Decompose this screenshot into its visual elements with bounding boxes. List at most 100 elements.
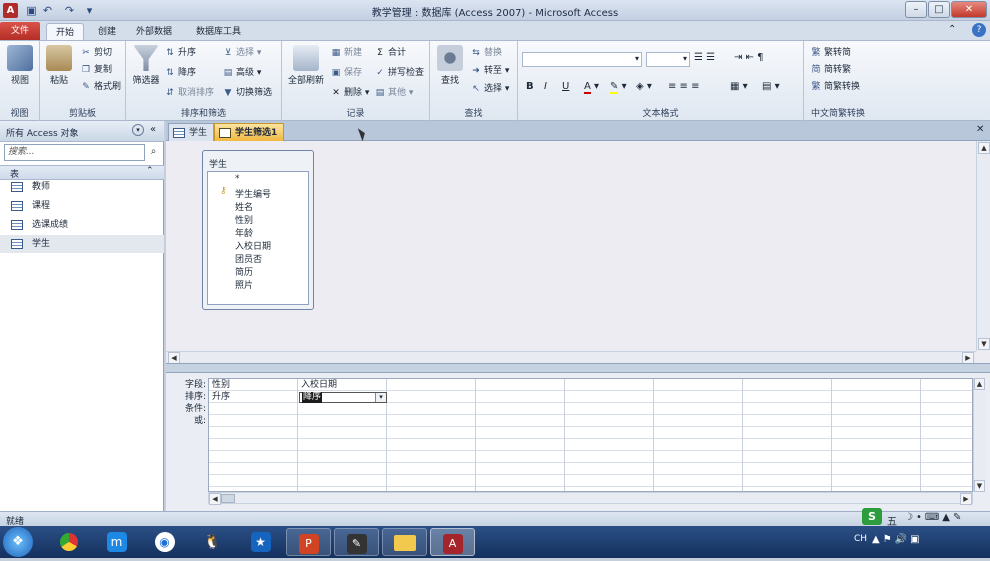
nav-item-course[interactable]: 课程 [0,197,164,215]
undo-icon[interactable]: ↶ [40,3,55,18]
top-horizontal-scrollbar[interactable]: ◀ ▶ [166,351,976,364]
replace-button[interactable]: ⇆ 替换 [470,45,502,58]
nav-header[interactable]: 所有 Access 对象 ▾ « [0,121,164,142]
gridlines-button[interactable]: ▦ ▾ [730,81,748,92]
doc-tab-student-filter[interactable]: 学生筛选1 [214,123,285,141]
field-item-gender[interactable]: 性别 [235,213,253,226]
bold-button[interactable]: B [526,81,534,92]
select-button[interactable]: ↖ 选择 ▾ [470,81,509,94]
field-item-photo[interactable]: 照片 [235,278,253,291]
spelling-button[interactable]: ✓ 拼写检查 [374,65,424,78]
grid-sort-cell-1[interactable]: 升序 [209,391,230,403]
ime-logo-icon[interactable]: S [862,508,882,525]
field-item-resume[interactable]: 简历 [235,265,253,278]
font-name-combo[interactable]: ▾ [522,52,642,67]
section-collapse-icon[interactable]: ⌃ [146,166,154,176]
toggle-filter-button[interactable]: ▼ 切换筛选 [222,85,272,98]
underline-button[interactable]: U [562,81,569,92]
more-button[interactable]: ▤ 其他 ▾ [374,85,414,98]
qq-taskbar-icon[interactable]: 🐧 [190,528,235,556]
ime-toolbar-icons[interactable]: ☽•⌨▲✎ [904,512,964,523]
powerpoint-taskbar-icon[interactable]: P [286,528,331,556]
to-traditional-button[interactable]: 简简转繁 [810,62,851,75]
tab-file[interactable]: 文件 [0,22,40,41]
scroll-down-icon[interactable]: ▼ [978,338,990,350]
access-taskbar-icon[interactable]: A [430,528,475,556]
advanced-button[interactable]: ▤ 高级 ▾ [222,65,262,78]
field-item-enroll-date[interactable]: 入校日期 [235,239,271,252]
save-icon[interactable]: ▣ [24,3,39,18]
collapse-pane-icon[interactable]: « [150,124,156,135]
to-simplified-button[interactable]: 繁繁转简 [810,45,851,58]
remove-sort-button[interactable]: ⇵ 取消排序 [164,85,214,98]
maxthon-taskbar-icon[interactable]: m [94,528,139,556]
cut-button[interactable]: ✂ 剪切 [80,45,112,58]
font-size-combo[interactable]: ▾ [646,52,690,67]
start-button-icon[interactable]: ❖ [3,527,33,557]
new-record-button[interactable]: ▦ 新建 [330,45,362,58]
fill-color-button[interactable]: ◈ ▾ [636,81,652,92]
maximize-button[interactable]: □ [928,1,950,18]
highlight-button[interactable]: ✎ ▾ [610,81,627,94]
sort-descending-button[interactable]: ⇅ 降序 [164,65,196,78]
dropdown-arrow-icon[interactable]: ▾ [375,393,386,402]
view-button[interactable]: 视图 [6,45,34,86]
grid-horizontal-scrollbar[interactable]: ◀ ▶ [208,492,973,505]
nav-item-teacher[interactable]: 教师 [0,178,164,196]
tab-external-data[interactable]: 外部数据 [128,23,180,41]
tab-home[interactable]: 开始 [46,23,84,41]
goto-button[interactable]: ➜ 转至 ▾ [470,63,509,76]
tool-taskbar-icon[interactable]: ✎ [334,528,379,556]
save-record-button[interactable]: ▣ 保存 [330,65,362,78]
grid-field-cell-2[interactable]: 入校日期 [298,379,337,391]
field-item-age[interactable]: 年龄 [235,226,253,239]
scroll-up-icon[interactable]: ▲ [978,142,990,154]
doc-tab-student[interactable]: 学生 [168,123,215,141]
field-item-name[interactable]: 姓名 [235,200,253,213]
field-item-member[interactable]: 团员否 [235,252,262,265]
nav-item-scores[interactable]: 选课成绩 [0,216,164,234]
pane-splitter[interactable] [166,363,990,373]
tray-language[interactable]: CH [854,534,867,544]
refresh-all-button[interactable]: 全部刷新 [286,45,326,86]
search-icon[interactable]: ⌕ [146,144,161,161]
redo-icon[interactable]: ↷ [62,3,77,18]
scroll-down-icon[interactable]: ▼ [974,480,985,492]
ribbon-minimize-icon[interactable]: ⌃ [948,24,956,35]
grid-sort-dropdown-2[interactable]: 降序 ▾ [299,392,387,403]
selection-button[interactable]: ⊻ 选择 ▾ [222,45,262,58]
tray-icons[interactable]: ▲⚑🔊▣ [872,534,923,545]
close-doc-icon[interactable]: ✕ [976,124,984,135]
paste-button[interactable]: 粘贴 [44,45,74,86]
help-icon[interactable]: ? [972,23,986,37]
nav-menu-chevron-icon[interactable]: ▾ [132,124,144,136]
align-buttons[interactable]: ≡ ≡ ≡ [668,81,700,92]
indent-icon[interactable]: ⇥ ⇤ ¶ [734,52,763,63]
tab-create[interactable]: 创建 [90,23,124,41]
close-button[interactable]: ✕ [951,1,987,18]
tab-database-tools[interactable]: 数据库工具 [188,23,249,41]
top-vertical-scrollbar[interactable]: ▲ ▼ [976,141,990,351]
sort-ascending-button[interactable]: ⇅ 升序 [164,45,196,58]
nav-item-student[interactable]: 学生 [0,235,164,253]
list-bullets-icon[interactable]: ☰ ☰ [694,52,715,63]
field-item-all[interactable]: * [235,174,240,184]
scroll-right-icon[interactable]: ▶ [960,493,972,505]
totals-button[interactable]: Σ 合计 [374,45,406,58]
field-list-box[interactable]: 学生 * ⚷ 学生编号 姓名 性别 年龄 入校日期 团员否 简历 照片 [202,150,314,310]
copy-button[interactable]: ❐ 复制 [80,62,112,75]
minimize-button[interactable]: – [905,1,927,18]
star-app-taskbar-icon[interactable]: ★ [238,528,283,556]
customize-qat-icon[interactable]: ▾ [82,3,97,18]
browser-taskbar-icon[interactable]: ◉ [142,528,187,556]
italic-button[interactable]: I [544,81,547,92]
find-button[interactable]: 查找 [434,45,466,86]
format-painter-button[interactable]: ✎ 格式刷 [80,79,121,92]
font-color-button[interactable]: A ▾ [584,81,599,94]
explorer-taskbar-icon[interactable] [382,528,427,556]
alt-fill-button[interactable]: ▤ ▾ [762,81,780,92]
convert-button[interactable]: 繁简繁转换 [810,79,860,92]
scroll-left-icon[interactable]: ◀ [209,493,221,505]
access-app-icon[interactable]: A [3,3,18,18]
nav-search-input[interactable]: 搜索... [4,144,145,161]
